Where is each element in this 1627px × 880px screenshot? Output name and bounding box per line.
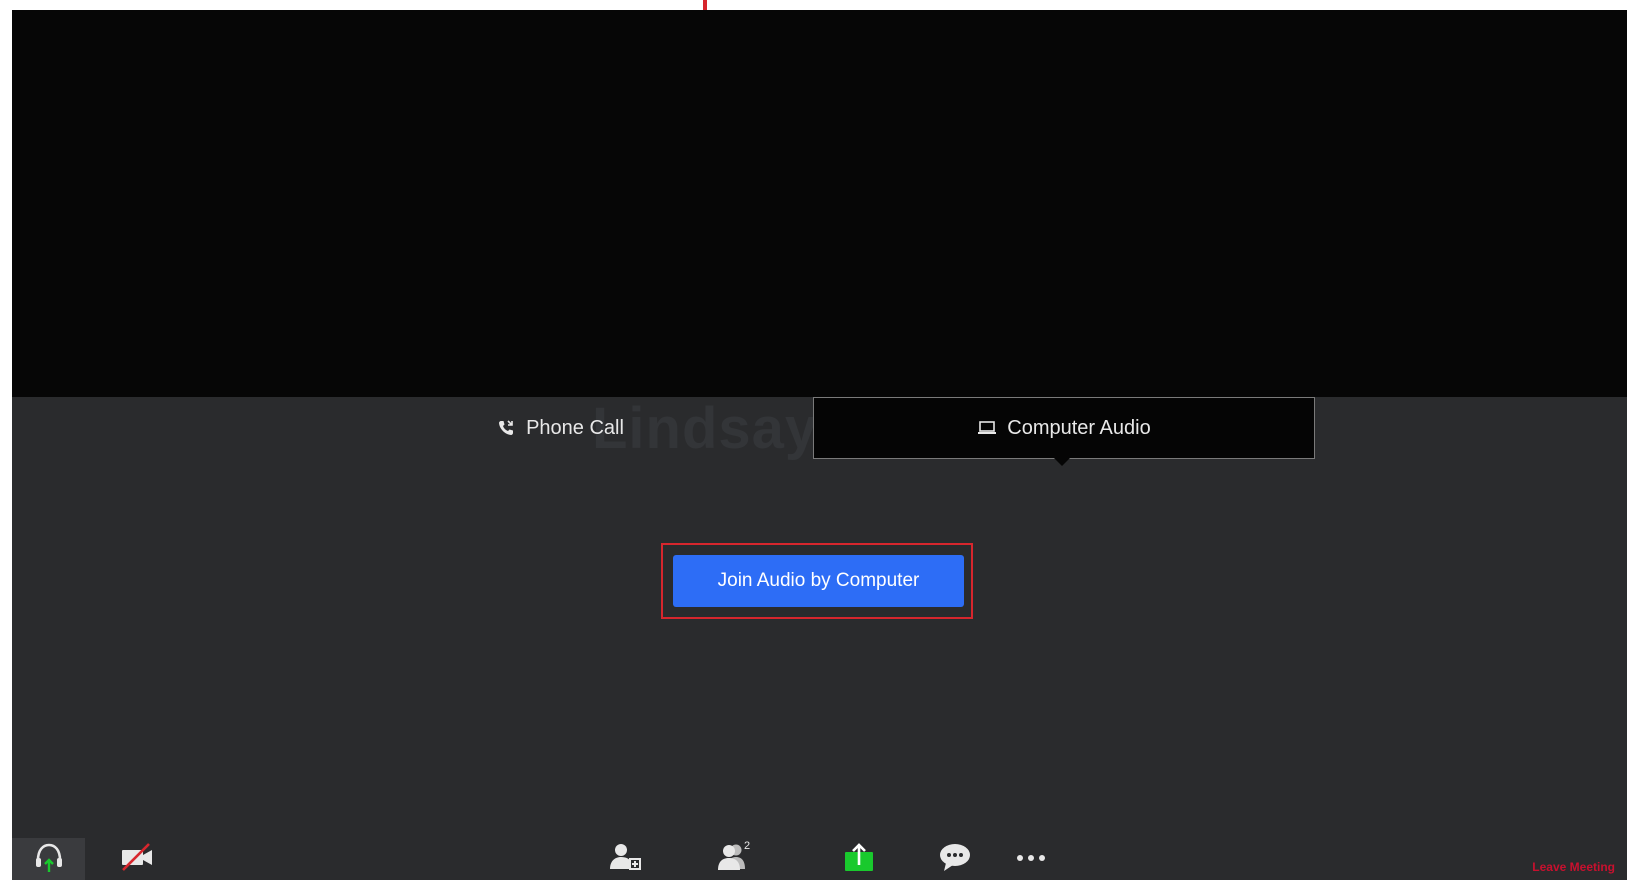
meeting-window: Lindsay Phone Call Computer Audio Join A — [12, 10, 1627, 880]
participants-button[interactable]: 2 — [704, 838, 764, 880]
video-off-icon — [119, 842, 155, 877]
leave-meeting-button[interactable]: Leave Meeting — [1532, 860, 1615, 874]
share-screen-button[interactable] — [834, 838, 884, 880]
tab-computer-audio-label: Computer Audio — [1007, 416, 1151, 439]
headphone-icon — [32, 840, 66, 879]
chat-button[interactable] — [930, 838, 980, 880]
laptop-icon — [977, 418, 997, 438]
more-button[interactable] — [1006, 838, 1056, 880]
tab-phone-call-label: Phone Call — [526, 416, 624, 439]
annotation-marker — [703, 0, 707, 10]
video-area — [12, 10, 1627, 397]
selected-tab-caret — [1054, 458, 1070, 466]
share-screen-icon — [842, 841, 876, 878]
tab-computer-audio[interactable]: Computer Audio — [813, 397, 1315, 466]
invite-button[interactable] — [600, 838, 650, 880]
join-audio-by-computer-button[interactable]: Join Audio by Computer — [673, 555, 964, 607]
tab-phone-call[interactable]: Phone Call — [480, 397, 640, 459]
audio-tabs: Phone Call Computer Audio — [12, 397, 1627, 466]
chat-icon — [938, 842, 972, 877]
more-icon — [1014, 850, 1048, 868]
join-audio-button[interactable] — [12, 838, 85, 880]
start-video-button[interactable] — [112, 838, 162, 880]
phone-icon — [496, 418, 516, 438]
meeting-toolbar: 2 Leave Meeting — [12, 838, 1627, 880]
invite-icon — [608, 842, 642, 877]
participants-count: 2 — [744, 840, 751, 852]
